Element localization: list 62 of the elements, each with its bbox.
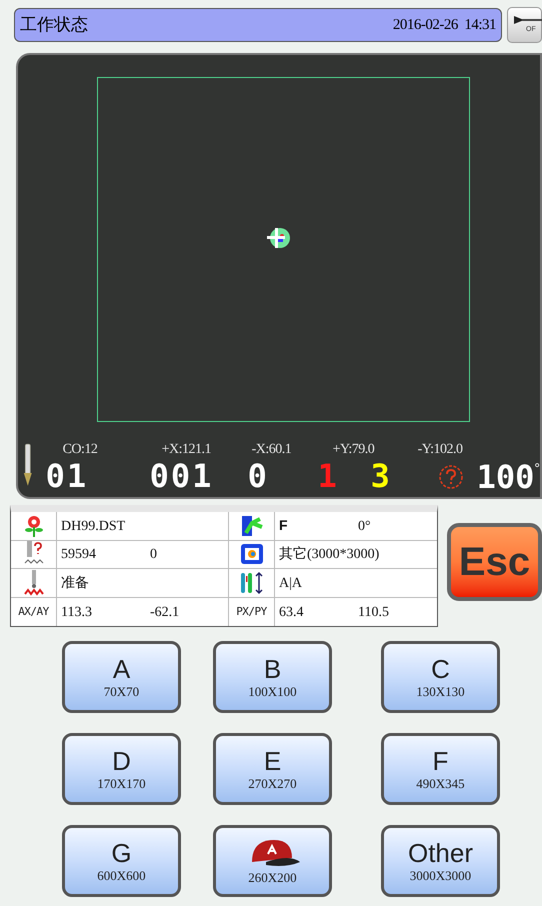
degree-unit: °	[534, 461, 540, 475]
info-value: 113.3	[61, 604, 92, 620]
digit-counter: 01	[46, 456, 88, 494]
frame-size-button[interactable]: D 170X170	[62, 733, 181, 805]
digit-counter: 0	[248, 456, 269, 494]
row-label: PX/PY	[236, 604, 267, 620]
frame-letter: B	[264, 656, 282, 682]
frame-size-button[interactable]: Other 3000X3000	[381, 825, 500, 897]
size-label: 600X600	[97, 869, 146, 882]
info-value: -62.1	[150, 604, 180, 620]
info-value: DH99.DST	[61, 518, 126, 534]
frame-size-button[interactable]: F 490X345	[381, 733, 500, 805]
digit-counter: 1	[318, 456, 339, 494]
axis-reading: +X:121.1	[162, 442, 211, 457]
speed-value: 100	[476, 461, 534, 493]
info-value: A|A	[279, 576, 302, 591]
size-label: 130X130	[416, 685, 465, 698]
frame-size-button[interactable]: G 600X600	[62, 825, 181, 897]
switch-icon	[514, 14, 542, 26]
info-value: 63.4	[279, 604, 304, 620]
info-value: 110.5	[358, 604, 389, 620]
frame-letter: Other	[408, 840, 474, 866]
axis-reading: -Y:102.0	[418, 442, 462, 457]
size-label: 170X170	[97, 777, 146, 790]
help-icon	[438, 464, 464, 490]
info-value: 准备	[61, 576, 89, 591]
size-label: 70X70	[104, 685, 140, 698]
size-label: 3000X3000	[410, 869, 472, 882]
date-time: 2016-02-26 14:31	[392, 16, 496, 35]
flower-icon	[24, 514, 44, 537]
info-value: F	[279, 516, 288, 533]
digit-counter: 3	[370, 456, 392, 494]
axis-reading: +Y:79.0	[332, 442, 374, 457]
size-label: 490X345	[416, 777, 465, 790]
info-value: 0	[150, 547, 157, 562]
needle-stitch-icon	[24, 570, 44, 596]
info-value: 0°	[358, 518, 371, 534]
frame-size-button[interactable]: E 270X270	[213, 733, 332, 805]
frame-letter: G	[111, 840, 132, 866]
size-label: 270X270	[248, 777, 297, 790]
size-label: 100X100	[248, 685, 297, 698]
frame-size-button[interactable]: A 70X70	[62, 641, 181, 713]
frame-icon	[240, 543, 264, 566]
frame-letter: C	[431, 656, 450, 682]
frame-letter: D	[112, 748, 131, 774]
frame-letter: A	[112, 656, 130, 682]
window-title: 工作状态	[20, 14, 88, 36]
axis-reading: CO:12	[62, 442, 98, 457]
info-value: 其它(3000*3000)	[279, 547, 380, 562]
frame-size-button[interactable]: B 100X100	[213, 641, 332, 713]
crosshair-icon	[265, 226, 293, 250]
frame-size-button[interactable]: 260X200	[213, 825, 332, 897]
info-value: 59594	[61, 547, 96, 562]
size-label: 260X200	[248, 871, 297, 884]
axis-reading: -X:60.1	[252, 442, 292, 457]
row-label: AX/AY	[18, 604, 49, 620]
frame-size-button[interactable]: C 130X130	[381, 641, 500, 713]
digit-counter: 001	[150, 456, 214, 494]
esc-button[interactable]: Esc	[447, 523, 542, 601]
frame-letter: E	[264, 748, 282, 774]
thread-adjust-icon	[238, 570, 264, 595]
frame-letter: F	[432, 748, 448, 774]
